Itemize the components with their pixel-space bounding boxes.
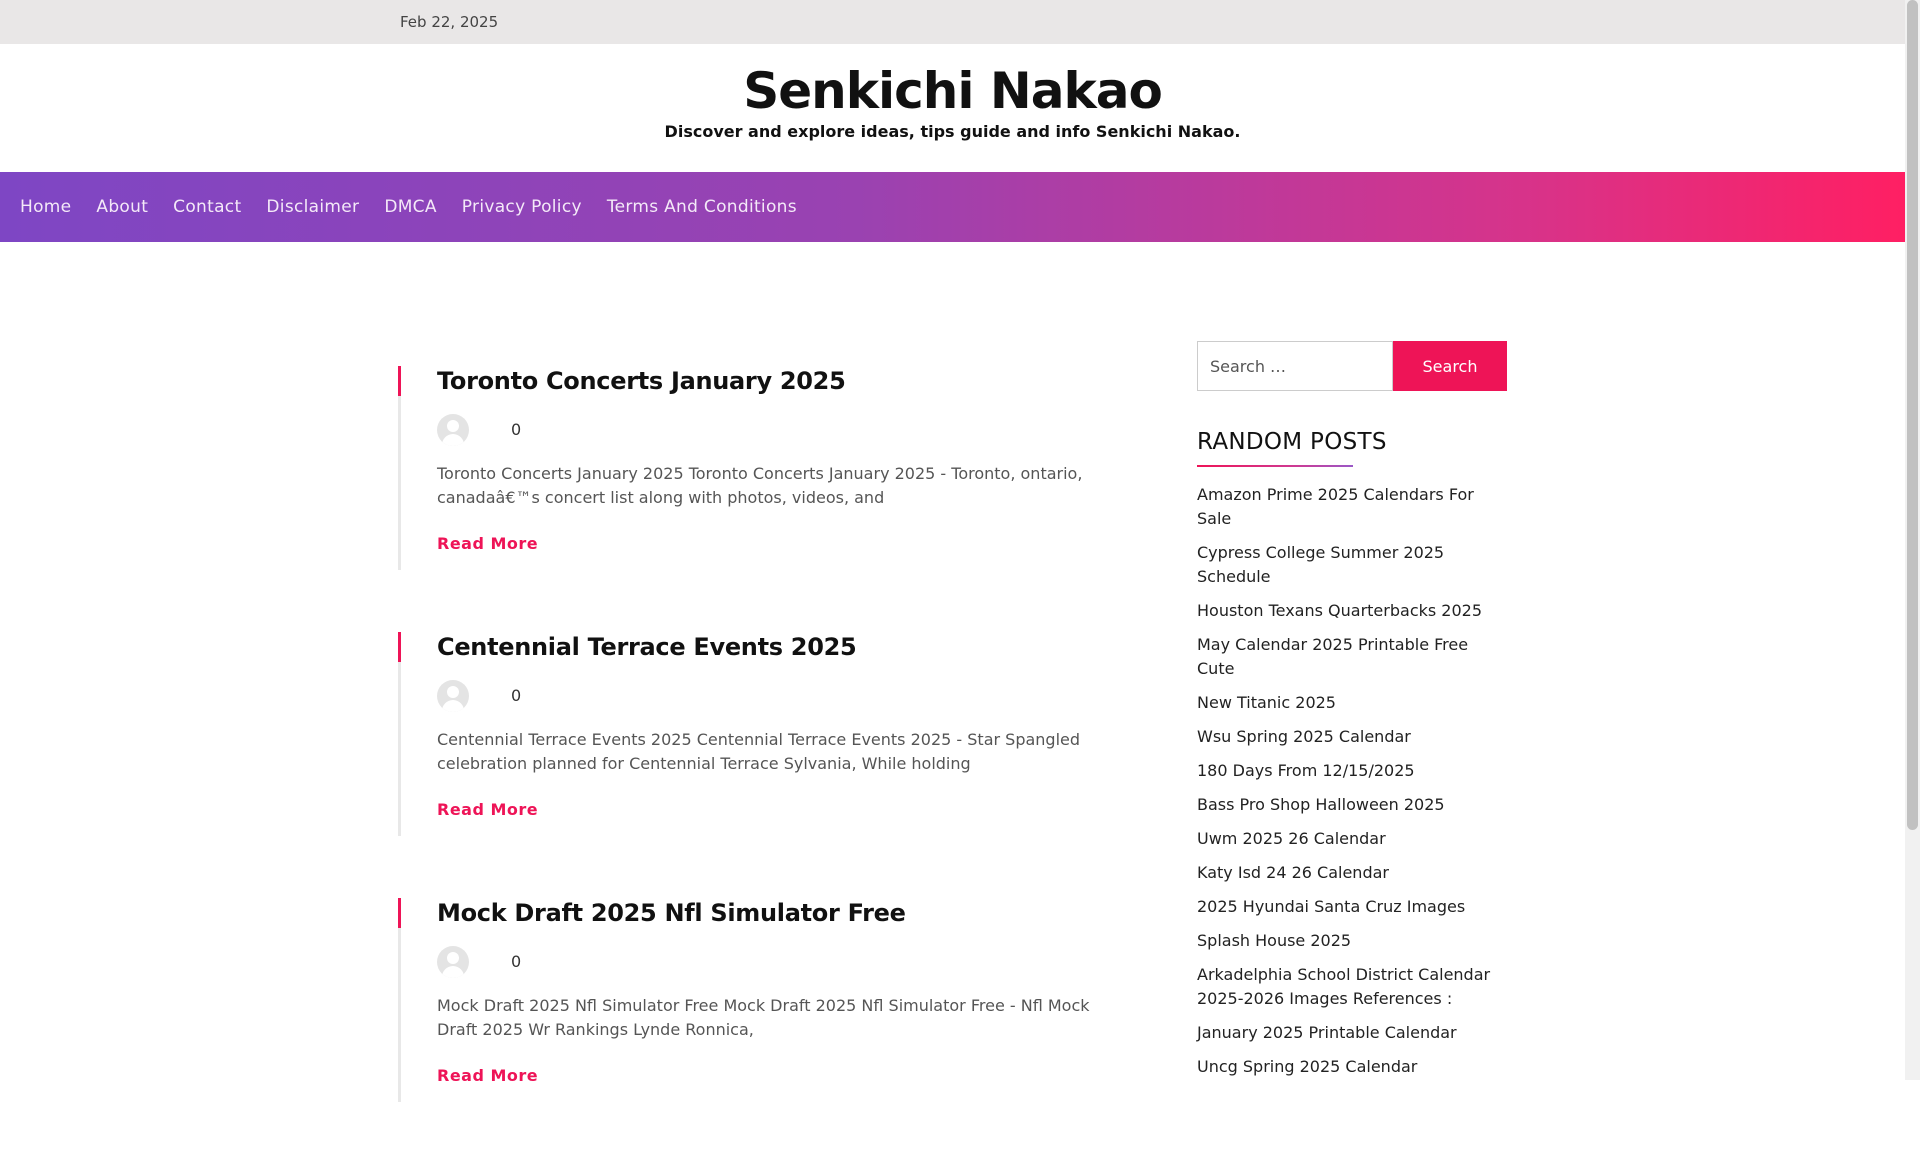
top-bar: Feb 22, 2025: [0, 0, 1905, 44]
comment-count[interactable]: 0: [511, 686, 521, 705]
list-item: May Calendar 2025 Printable Free Cute: [1197, 633, 1509, 681]
random-post-link[interactable]: Uwm 2025 26 Calendar: [1197, 829, 1386, 848]
list-item: Arkadelphia School District Calendar 202…: [1197, 963, 1509, 1011]
search-button[interactable]: Search: [1393, 341, 1507, 391]
post-excerpt: Toronto Concerts January 2025 Toronto Co…: [437, 464, 1083, 507]
random-post-link[interactable]: Houston Texans Quarterbacks 2025: [1197, 601, 1482, 620]
comment-count[interactable]: 0: [511, 420, 521, 439]
post-excerpt: Mock Draft 2025 Nfl Simulator Free Mock …: [437, 996, 1090, 1039]
sidebar: Search RANDOM POSTS Amazon Prime 2025 Ca…: [1197, 341, 1509, 1089]
post-excerpt: Centennial Terrace Events 2025 Centennia…: [437, 730, 1081, 773]
post-title[interactable]: Mock Draft 2025 Nfl Simulator Free: [437, 898, 1098, 928]
list-item: 2025 Hyundai Santa Cruz Images: [1197, 895, 1509, 919]
nav-item-contact[interactable]: Contact: [173, 197, 241, 217]
read-more-link[interactable]: Read More: [437, 1066, 538, 1085]
read-more-link[interactable]: Read More: [437, 534, 538, 553]
nav-item-terms-and-conditions[interactable]: Terms And Conditions: [607, 197, 797, 217]
list-item: Splash House 2025: [1197, 929, 1509, 953]
search-input[interactable]: [1197, 341, 1393, 391]
nav-item-dmca[interactable]: DMCA: [384, 197, 436, 217]
read-more-link[interactable]: Read More: [437, 800, 538, 819]
random-post-link[interactable]: May Calendar 2025 Printable Free Cute: [1197, 635, 1468, 678]
random-post-link[interactable]: 2025 Hyundai Santa Cruz Images: [1197, 897, 1465, 916]
site-tagline: Discover and explore ideas, tips guide a…: [664, 122, 1241, 141]
list-item: Houston Texans Quarterbacks 2025: [1197, 599, 1509, 623]
random-post-link[interactable]: New Titanic 2025: [1197, 693, 1336, 712]
site-header: Senkichi Nakao Discover and explore idea…: [0, 44, 1905, 172]
heading-underline: [1197, 465, 1353, 467]
random-post-link[interactable]: 180 Days From 12/15/2025: [1197, 761, 1415, 780]
list-item: Katy Isd 24 26 Calendar: [1197, 861, 1509, 885]
post-list: Toronto Concerts January 2025 0 Toronto …: [398, 366, 1098, 1164]
random-post-link[interactable]: Amazon Prime 2025 Calendars For Sale: [1197, 485, 1474, 528]
random-post-link[interactable]: Splash House 2025: [1197, 931, 1351, 950]
site-title[interactable]: Senkichi Nakao: [0, 62, 1905, 120]
list-item: Uncg Spring 2025 Calendar: [1197, 1055, 1509, 1079]
scrollbar-thumb[interactable]: [1907, 0, 1918, 830]
nav-item-disclaimer[interactable]: Disclaimer: [266, 197, 359, 217]
list-item: Uwm 2025 26 Calendar: [1197, 827, 1509, 851]
post-card: Mock Draft 2025 Nfl Simulator Free 0 Moc…: [398, 898, 1098, 1102]
nav-item-home[interactable]: Home: [20, 197, 71, 217]
list-item: Cypress College Summer 2025 Schedule: [1197, 541, 1509, 589]
post-meta: 0: [437, 414, 1098, 446]
random-post-link[interactable]: Wsu Spring 2025 Calendar: [1197, 727, 1411, 746]
comment-count[interactable]: 0: [511, 952, 521, 971]
author-avatar-icon[interactable]: [437, 414, 469, 446]
list-item: New Titanic 2025: [1197, 691, 1509, 715]
post-card: Toronto Concerts January 2025 0 Toronto …: [398, 366, 1098, 570]
search-form: Search: [1197, 341, 1509, 391]
post-title[interactable]: Toronto Concerts January 2025: [437, 366, 1098, 396]
current-date: Feb 22, 2025: [400, 13, 499, 31]
random-post-link[interactable]: Cypress College Summer 2025 Schedule: [1197, 543, 1444, 586]
random-posts-heading: RANDOM POSTS: [1197, 429, 1387, 455]
main-navigation: Home About Contact Disclaimer DMCA Priva…: [0, 172, 1905, 242]
random-post-link[interactable]: Bass Pro Shop Halloween 2025: [1197, 795, 1445, 814]
nav-item-about[interactable]: About: [96, 197, 148, 217]
random-post-link[interactable]: January 2025 Printable Calendar: [1197, 1023, 1457, 1042]
list-item: Amazon Prime 2025 Calendars For Sale: [1197, 483, 1509, 531]
list-item: 180 Days From 12/15/2025: [1197, 759, 1509, 783]
random-post-link[interactable]: Katy Isd 24 26 Calendar: [1197, 863, 1389, 882]
post-title[interactable]: Centennial Terrace Events 2025: [437, 632, 1098, 662]
random-post-link[interactable]: Arkadelphia School District Calendar 202…: [1197, 965, 1490, 1008]
post-meta: 0: [437, 680, 1098, 712]
nav-item-privacy-policy[interactable]: Privacy Policy: [462, 197, 582, 217]
post-meta: 0: [437, 946, 1098, 978]
list-item: Wsu Spring 2025 Calendar: [1197, 725, 1509, 749]
random-posts-list: Amazon Prime 2025 Calendars For Sale Cyp…: [1197, 483, 1509, 1079]
post-card: Centennial Terrace Events 2025 0 Centenn…: [398, 632, 1098, 836]
author-avatar-icon[interactable]: [437, 946, 469, 978]
list-item: Bass Pro Shop Halloween 2025: [1197, 793, 1509, 817]
author-avatar-icon[interactable]: [437, 680, 469, 712]
list-item: January 2025 Printable Calendar: [1197, 1021, 1509, 1045]
random-post-link[interactable]: Uncg Spring 2025 Calendar: [1197, 1057, 1417, 1076]
